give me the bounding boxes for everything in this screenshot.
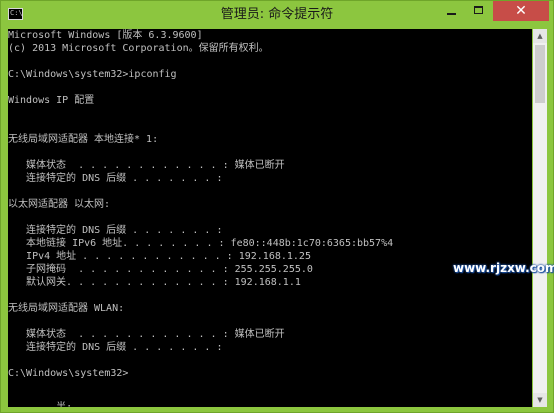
maximize-button[interactable]: [465, 1, 493, 21]
console-line: 半:: [8, 401, 72, 407]
console-line: 连接特定的 DNS 后缀 . . . . . . . :: [8, 173, 223, 184]
cmd-icon[interactable]: C:\: [8, 8, 23, 20]
close-button[interactable]: ✕: [493, 1, 549, 21]
scroll-down-arrow-icon[interactable]: ▼: [533, 393, 547, 407]
vertical-scrollbar[interactable]: ▲ ▼: [533, 29, 547, 407]
console-line: IPv4 地址 . . . . . . . . . . . . : 192.16…: [8, 251, 311, 262]
scrollbar-thumb[interactable]: [535, 45, 545, 103]
console-line: 无线局域网适配器 本地连接* 1:: [8, 134, 159, 145]
console-output[interactable]: Microsoft Windows [版本 6.3.9600] (c) 2013…: [8, 29, 532, 407]
title-bar[interactable]: C:\ 管理员: 命令提示符 ✕: [1, 1, 553, 28]
minimize-button[interactable]: [437, 1, 465, 21]
scroll-up-arrow-icon[interactable]: ▲: [533, 29, 547, 43]
console-line: 无线局域网适配器 WLAN:: [8, 303, 125, 314]
console-line: 媒体状态 . . . . . . . . . . . . : 媒体已断开: [8, 160, 285, 171]
minimize-icon: [447, 13, 456, 15]
console-line: 连接特定的 DNS 后缀 . . . . . . . :: [8, 225, 223, 236]
console-line: (c) 2013 Microsoft Corporation。保留所有权利。: [8, 43, 269, 54]
console-line: 本地链接 IPv6 地址. . . . . . . . : fe80::448b…: [8, 238, 394, 249]
console-line: 连接特定的 DNS 后缀 . . . . . . . :: [8, 342, 223, 353]
site-watermark: www.rjzxw.com: [453, 261, 554, 275]
console-line: 媒体状态 . . . . . . . . . . . . : 媒体已断开: [8, 329, 285, 340]
close-icon: ✕: [515, 3, 527, 19]
console-line: Windows IP 配置: [8, 95, 95, 106]
command-prompt-window: C:\ 管理员: 命令提示符 ✕ Microsoft Windows [版本 6…: [0, 0, 554, 413]
console-line: 以太网适配器 以太网:: [8, 199, 111, 210]
console-line: 子网掩码 . . . . . . . . . . . . : 255.255.2…: [8, 264, 313, 275]
maximize-icon: [474, 6, 483, 14]
console-line: Microsoft Windows [版本 6.3.9600]: [8, 30, 203, 41]
console-line: C:\Windows\system32>ipconfig: [8, 69, 177, 80]
cmd-icon-label: C:\: [10, 9, 23, 17]
console-line: 默认网关. . . . . . . . . . . . . : 192.168.…: [8, 277, 301, 288]
console-line: C:\Windows\system32>: [8, 368, 129, 379]
